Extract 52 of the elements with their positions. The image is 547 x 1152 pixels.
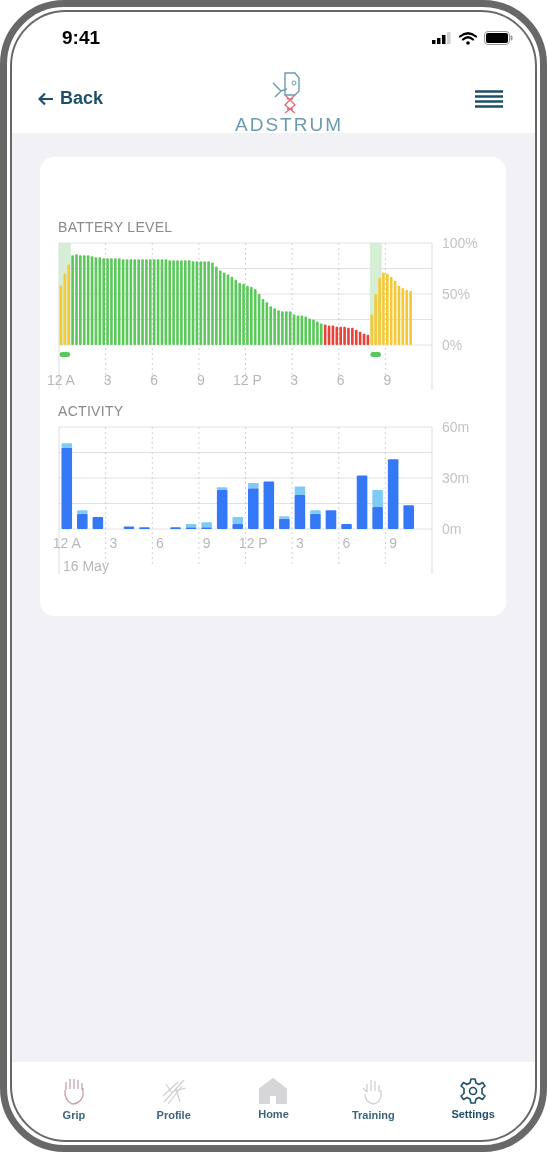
axis-label: 6 <box>342 535 351 551</box>
charging-marker <box>59 352 71 357</box>
axis-label: 6 <box>150 372 159 388</box>
tab-item[interactable]: Profile <box>133 1075 214 1121</box>
date-label: 16 May <box>63 558 109 574</box>
settings-icon <box>459 1076 488 1105</box>
status-time: 9:41 <box>62 27 101 49</box>
axis-label: 9 <box>383 372 392 388</box>
back-button[interactable]: Back <box>38 88 104 109</box>
axis-label: 3 <box>296 535 304 551</box>
axis-label: 3 <box>103 372 112 388</box>
chart-title: ACTIVITY <box>58 403 125 419</box>
home-icon <box>258 1076 289 1105</box>
axis-label: 6 <box>156 535 164 551</box>
chart-title: BATTERY LEVEL <box>58 219 174 235</box>
bar <box>372 489 383 507</box>
axis-label: 3 <box>109 535 118 551</box>
bar <box>341 523 352 529</box>
bar <box>92 517 104 529</box>
signal-icon <box>432 32 452 44</box>
bar <box>356 475 368 529</box>
tab-item[interactable]: Grip <box>33 1075 114 1121</box>
bar <box>372 506 383 529</box>
wifi-icon <box>459 31 477 45</box>
axis-label: 12 P <box>233 372 262 388</box>
axis-label: 3 <box>290 372 298 388</box>
axis-label: 12 A <box>52 535 81 551</box>
axis-label: 30m <box>442 470 470 486</box>
tab-item[interactable]: Home <box>233 1076 314 1120</box>
axis-label: 0% <box>442 337 463 353</box>
axis-label: 12 P <box>238 535 268 551</box>
axis-label: 0m <box>442 521 462 537</box>
axis-label: 60m <box>442 419 470 435</box>
bar <box>325 510 337 529</box>
axis-label: 9 <box>202 535 211 551</box>
bar <box>403 505 414 529</box>
battery-icon <box>484 31 513 45</box>
axis-label: 12 A <box>46 372 75 388</box>
charging-marker <box>370 352 381 357</box>
menu-button[interactable] <box>475 89 503 108</box>
bar <box>387 459 399 529</box>
bar <box>263 481 275 529</box>
axis-label: 50% <box>442 286 471 302</box>
tab-item[interactable]: Training <box>333 1075 414 1121</box>
axis-label: 6 <box>336 372 345 388</box>
bar <box>123 526 135 529</box>
back-arrow-icon <box>38 91 54 106</box>
logo-text: ADSTRUM <box>235 115 343 134</box>
axis-label: 9 <box>196 372 205 388</box>
axis-label: 100% <box>442 235 478 251</box>
tab-item[interactable]: Settings <box>433 1076 514 1120</box>
axis-label: 9 <box>389 535 398 551</box>
